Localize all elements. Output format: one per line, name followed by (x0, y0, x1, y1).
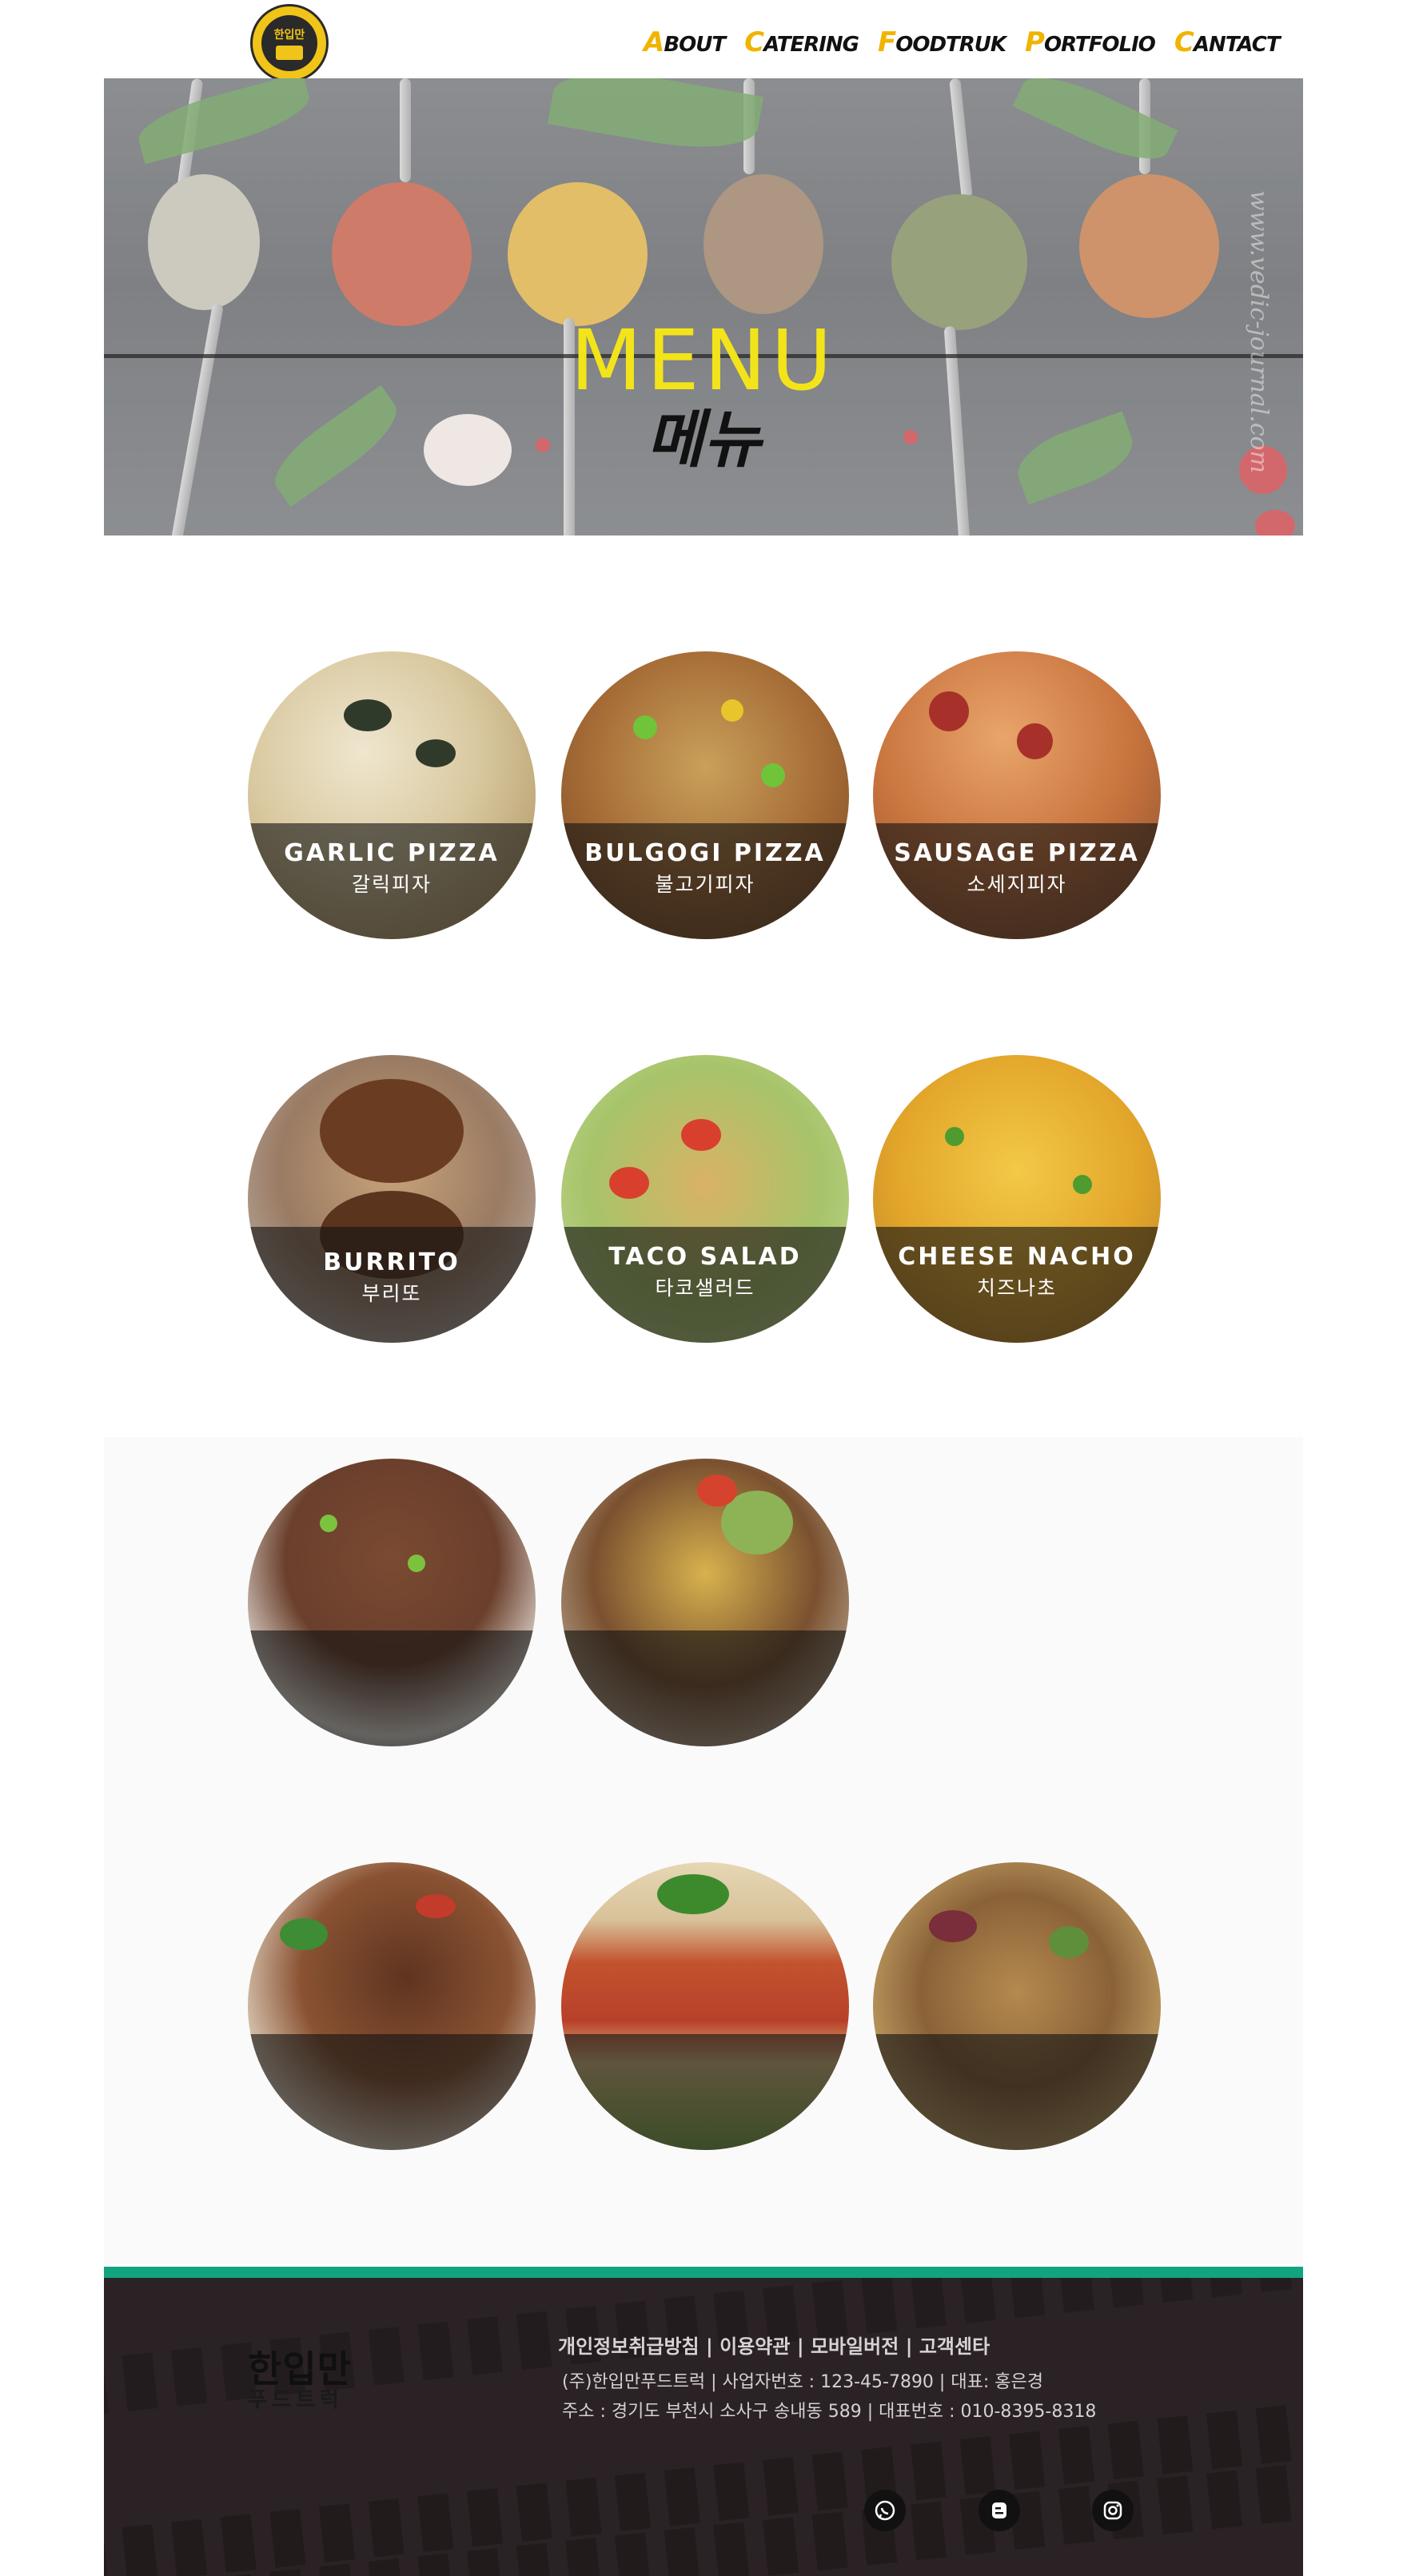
menu-item-name: BULGOGI PIZZA (584, 839, 826, 867)
topping (344, 699, 392, 731)
topping (929, 691, 969, 731)
logo-text: 한입만 (273, 29, 305, 42)
caption-overlay (873, 2034, 1161, 2150)
caption-overlay (561, 2034, 849, 2150)
menu-item-burrito[interactable]: BURRITO 부리또 (248, 1055, 536, 1343)
menu-item-garlic-pizza[interactable]: GARLIC PIZZA 갈릭피자 (248, 651, 536, 939)
topping (761, 763, 785, 787)
salsa (697, 1475, 737, 1507)
topping (1073, 1175, 1092, 1194)
topping (1017, 723, 1053, 759)
menu-item-cheese-nacho[interactable]: CHEESE NACHO 치즈나초 (873, 1055, 1161, 1343)
footer-divider: | (796, 2335, 811, 2358)
menu-item-taco-platter[interactable] (873, 1862, 1161, 2150)
menu-item-hot-dog[interactable] (561, 1862, 849, 2150)
site-header: 한입만 ABOUT CATERING FOODTRUK PORTFOLIO CA… (0, 0, 1407, 82)
footer-logo-sub: 푸드트럭 (248, 2388, 344, 2412)
topping (416, 739, 456, 767)
topping (945, 1127, 964, 1146)
link-customer-center[interactable]: 고객센타 (919, 2335, 990, 2358)
brand-logo[interactable]: 한입만 (250, 4, 329, 82)
menu-item-name: TACO SALAD (608, 1243, 802, 1271)
link-privacy-policy[interactable]: 개인정보취급방침 (558, 2335, 700, 2358)
company-address: 주소 : 경기도 부천시 소사구 송내동 589 | 대표번호 : 010-83… (562, 2402, 1097, 2422)
footer-divider: | (706, 2335, 720, 2358)
menu-item-name: BURRITO (323, 1248, 460, 1276)
footer-links: 개인정보취급방침 | 이용약관 | 모바일버전 | 고객센타 (558, 2331, 990, 2359)
topping (681, 1119, 721, 1151)
topping (1049, 1926, 1089, 1958)
topping (633, 715, 657, 739)
nav-portfolio[interactable]: PORTFOLIO (1025, 26, 1156, 58)
caption-overlay (248, 2034, 536, 2150)
caption-overlay (248, 1630, 536, 1746)
footer-accent-bar (104, 2267, 1303, 2278)
blogger-icon[interactable] (979, 2490, 1020, 2531)
menu-item-name-ko: 불고기피자 (655, 873, 755, 896)
menu-item-name-ko: 치즈나초 (976, 1276, 1057, 1300)
topping (929, 1910, 977, 1942)
menu-item-rice-bowl[interactable] (248, 1459, 536, 1746)
menu-item-taco-salad[interactable]: TACO SALAD 타코샐러드 (561, 1055, 849, 1343)
instagram-icon[interactable] (1092, 2490, 1134, 2531)
menu-item-tacos[interactable] (248, 1862, 536, 2150)
topping (609, 1167, 649, 1199)
menu-item-sausage-pizza[interactable]: SAUSAGE PIZZA 소세지피자 (873, 651, 1161, 939)
topping (416, 1894, 456, 1918)
footer-divider: | (905, 2335, 919, 2358)
nav-about[interactable]: ABOUT (644, 26, 726, 58)
hero-title: MENU (570, 312, 837, 409)
link-mobile-version[interactable]: 모바일버전 (811, 2335, 899, 2358)
topping (320, 1515, 337, 1532)
food-truck-icon (276, 46, 303, 60)
nav-contact[interactable]: CANTACT (1174, 26, 1281, 58)
menu-item-name-ko: 부리또 (361, 1282, 422, 1305)
company-info: (주)한입만푸드트럭 | 사업자번호 : 123-45-7890 | 대표: 홍… (562, 2372, 1043, 2392)
caption-overlay (561, 1630, 849, 1746)
burrito-filling (320, 1079, 464, 1183)
menu-item-name-ko: 타코샐러드 (655, 1276, 755, 1300)
topping (721, 699, 743, 722)
site-footer: 한입만 푸드트럭 개인정보취급방침 | 이용약관 | 모바일버전 | 고객센타 … (104, 2278, 1303, 2576)
link-terms[interactable]: 이용약관 (719, 2335, 790, 2358)
topping (408, 1555, 425, 1572)
jalapeno (657, 1874, 729, 1914)
menu-item-name: GARLIC PIZZA (284, 839, 500, 867)
menu-item-burrito-bowl[interactable] (561, 1459, 849, 1746)
main-nav: ABOUT CATERING FOODTRUK PORTFOLIO CANTAC… (644, 26, 1299, 58)
menu-item-name: SAUSAGE PIZZA (894, 839, 1140, 867)
nav-foodtruk[interactable]: FOODTRUK (878, 26, 1006, 58)
menu-item-name-ko: 소세지피자 (967, 873, 1067, 896)
nav-catering[interactable]: CATERING (744, 26, 859, 58)
whatsapp-icon[interactable] (864, 2490, 906, 2531)
logo-badge: 한입만 (261, 15, 317, 71)
menu-item-bulgogi-pizza[interactable]: BULGOGI PIZZA 불고기피자 (561, 651, 849, 939)
menu-item-name-ko: 갈릭피자 (351, 873, 432, 896)
menu-item-name: CHEESE NACHO (898, 1243, 1136, 1271)
topping (280, 1918, 328, 1950)
hero-subtitle: 메뉴 (646, 404, 761, 476)
hero-banner: www.vedic-journal.com MENU 메뉴 (104, 78, 1303, 536)
